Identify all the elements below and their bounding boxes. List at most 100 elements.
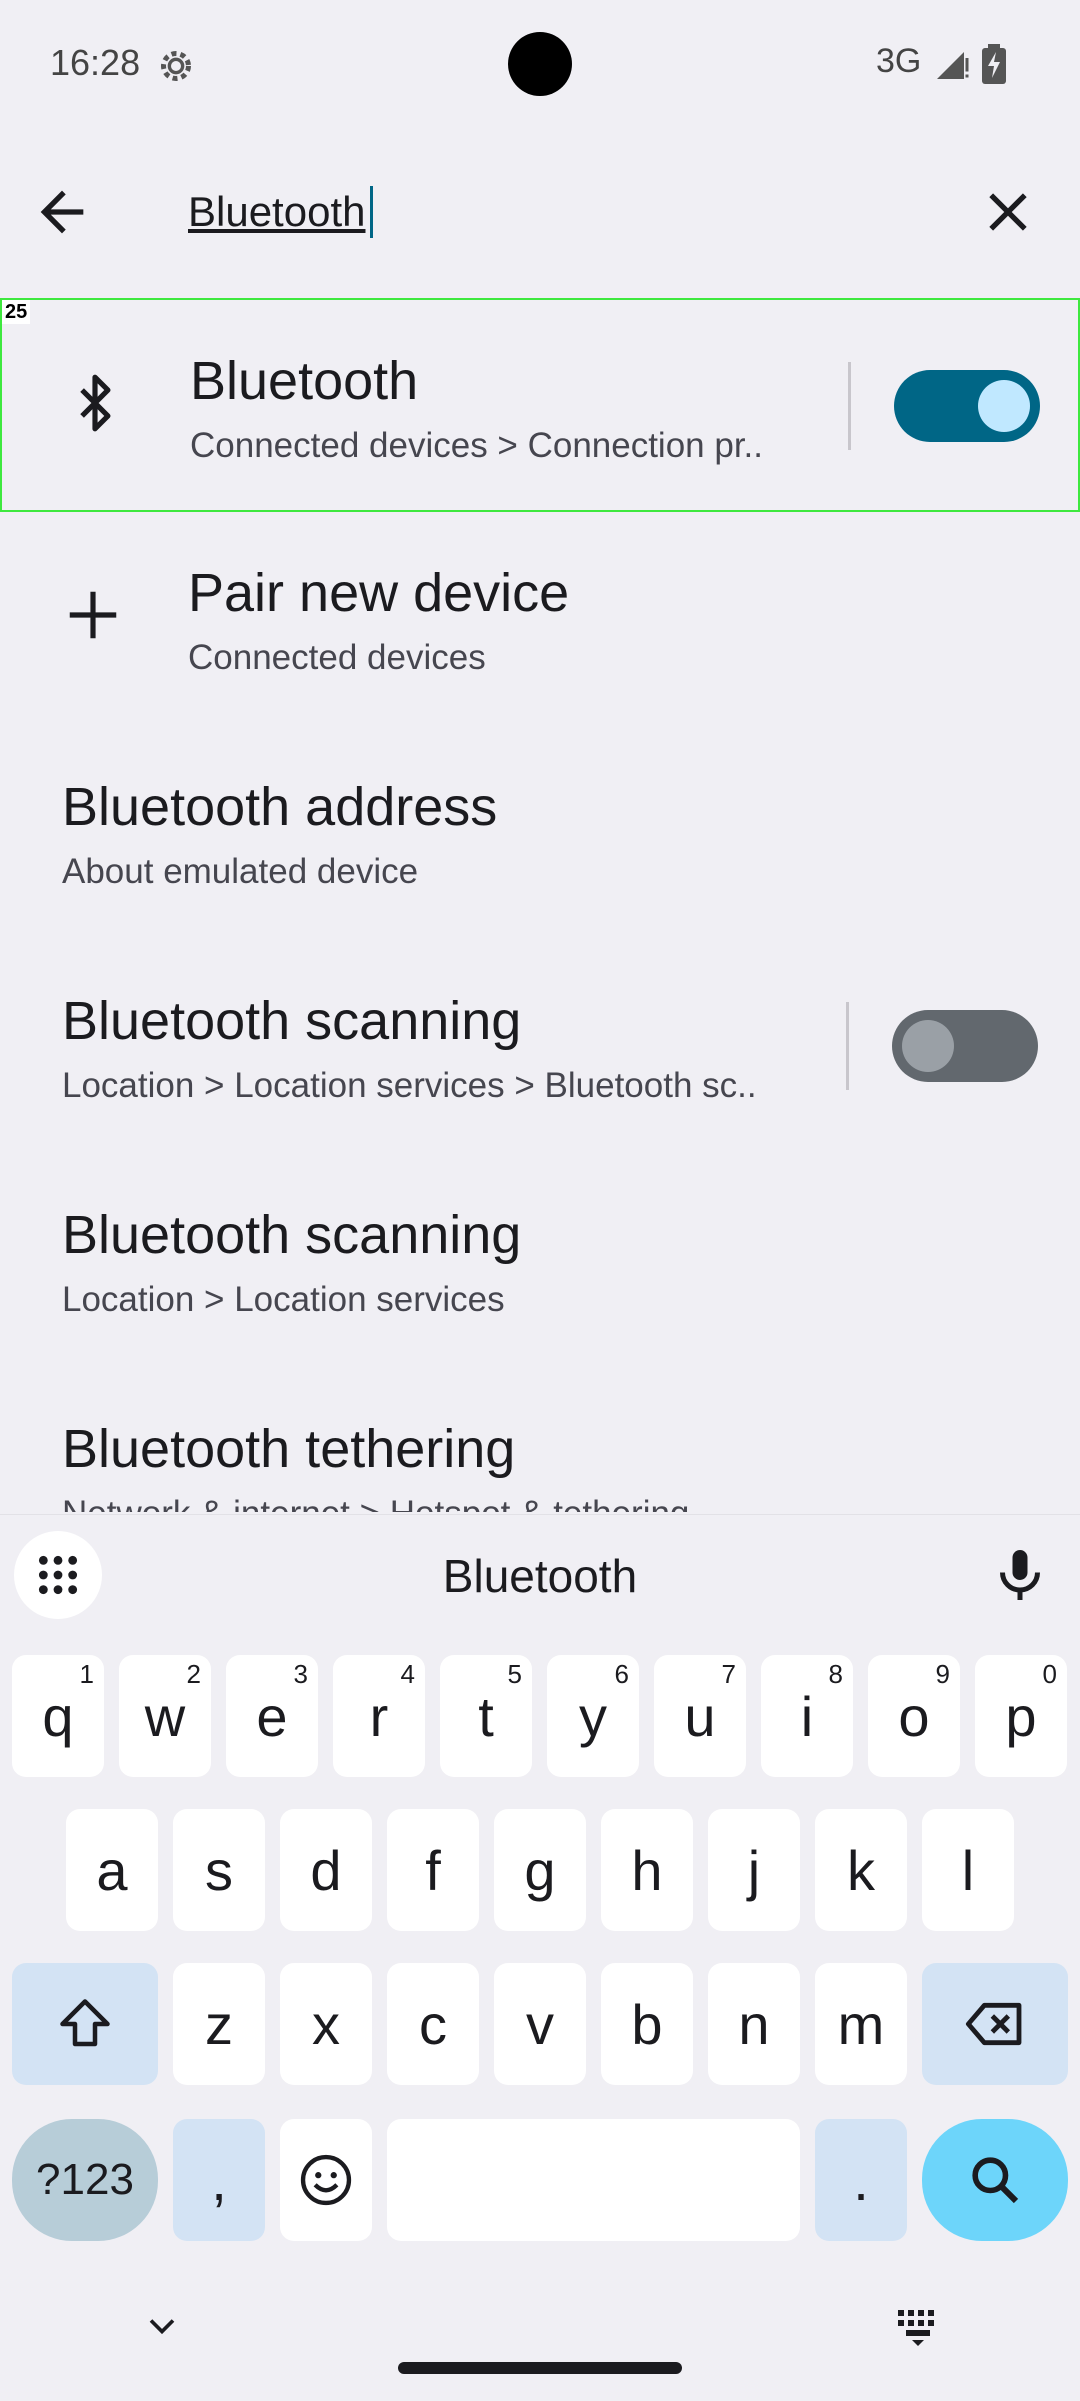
result-title: Bluetooth — [190, 351, 419, 411]
key-hint: 4 — [400, 1659, 415, 1689]
key-j[interactable]: j — [708, 1809, 800, 1931]
backspace-key[interactable] — [922, 1963, 1068, 2085]
shift-icon — [60, 1999, 110, 2047]
key-label: b — [631, 1992, 663, 2056]
home-indicator[interactable] — [398, 2362, 682, 2374]
key-label: n — [738, 1992, 770, 2056]
camera-cutout — [508, 32, 572, 96]
key-p[interactable]: p0 — [975, 1655, 1067, 1777]
result-subtitle: About emulated device — [62, 852, 419, 891]
key-u[interactable]: u7 — [654, 1655, 746, 1777]
result-bluetooth-tethering[interactable]: Bluetooth tethering Network & internet >… — [0, 1368, 1080, 1512]
key-x[interactable]: x — [280, 1963, 372, 2085]
key-label: p — [1005, 1684, 1037, 1748]
key-v[interactable]: v — [494, 1963, 586, 2085]
emoji-key[interactable] — [280, 2119, 372, 2241]
chevron-down-icon[interactable] — [140, 2304, 184, 2348]
result-bluetooth-scanning-toggle[interactable]: Bluetooth scanning Location > Location s… — [0, 940, 1080, 1154]
key-hint: 9 — [935, 1659, 950, 1689]
key-g[interactable]: g — [494, 1809, 586, 1931]
key-label: d — [310, 1838, 342, 1902]
emoji-icon — [300, 2154, 352, 2206]
key-hint: 2 — [186, 1659, 201, 1689]
key-hint: 0 — [1042, 1659, 1057, 1689]
key-i[interactable]: i8 — [761, 1655, 853, 1777]
key-s[interactable]: s — [173, 1809, 265, 1931]
key-r[interactable]: r4 — [333, 1655, 425, 1777]
result-subtitle: Connected devices > Connection pr.. — [190, 426, 764, 465]
bluetooth-icon — [80, 374, 111, 432]
highlight-label: 25 — [2, 300, 31, 324]
key-n[interactable]: n — [708, 1963, 800, 2085]
key-o[interactable]: o9 — [868, 1655, 960, 1777]
key-label: r — [369, 1684, 389, 1748]
result-subtitle: Network & internet > Hotspot & tethering — [62, 1494, 962, 1512]
key-h[interactable]: h — [601, 1809, 693, 1931]
key-label: t — [478, 1684, 494, 1748]
plus-icon — [69, 591, 117, 639]
search-input[interactable] — [188, 180, 968, 244]
key-label: ?123 — [36, 2155, 134, 2204]
key-label: k — [847, 1838, 875, 1902]
comma-key[interactable]: , — [173, 2119, 265, 2241]
key-label: v — [526, 1992, 554, 2056]
result-title: Bluetooth scanning — [62, 991, 522, 1051]
key-c[interactable]: c — [387, 1963, 479, 2085]
key-hint: 3 — [293, 1659, 308, 1689]
key-b[interactable]: b — [601, 1963, 693, 2085]
search-key[interactable] — [922, 2119, 1068, 2241]
bluetooth-scanning-toggle[interactable] — [892, 1010, 1038, 1082]
key-q[interactable]: q1 — [12, 1655, 104, 1777]
key-k[interactable]: k — [815, 1809, 907, 1931]
key-z[interactable]: z — [173, 1963, 265, 2085]
key-label: c — [419, 1992, 447, 2056]
key-d[interactable]: d — [280, 1809, 372, 1931]
key-label: i — [800, 1684, 814, 1748]
search-bar — [0, 150, 1080, 270]
settings-gear-icon — [161, 51, 191, 81]
backspace-icon — [965, 2002, 1022, 2046]
key-w[interactable]: w2 — [119, 1655, 211, 1777]
back-arrow-icon[interactable] — [30, 180, 94, 244]
key-hint: 8 — [828, 1659, 843, 1689]
key-label: . — [853, 2148, 869, 2212]
bluetooth-toggle[interactable] — [894, 370, 1040, 442]
key-t[interactable]: t5 — [440, 1655, 532, 1777]
key-y[interactable]: y6 — [547, 1655, 639, 1777]
keyboard-switch-icon[interactable] — [894, 2304, 942, 2348]
keyboard: Bluetooth q1 w2 e3 r4 t5 y6 u7 i8 o9 p0 … — [0, 1514, 1080, 2401]
result-bluetooth-scanning[interactable]: Bluetooth scanning Location > Location s… — [0, 1154, 1080, 1368]
key-label: a — [96, 1838, 128, 1902]
result-subtitle: Location > Location services — [62, 1280, 505, 1319]
toggle-knob — [902, 1020, 954, 1072]
clear-search-icon[interactable] — [976, 180, 1040, 244]
key-f[interactable]: f — [387, 1809, 479, 1931]
result-title: Bluetooth address — [62, 777, 498, 837]
key-l[interactable]: l — [922, 1809, 1014, 1931]
microphone-icon[interactable] — [990, 1545, 1050, 1605]
suggestion-bar: Bluetooth — [0, 1515, 1080, 1631]
key-m[interactable]: m — [815, 1963, 907, 2085]
text-cursor — [370, 186, 373, 238]
key-e[interactable]: e3 — [226, 1655, 318, 1777]
key-label: s — [205, 1838, 233, 1902]
shift-key[interactable] — [12, 1963, 158, 2085]
key-label: f — [425, 1838, 441, 1902]
keyboard-apps-button[interactable] — [14, 1531, 102, 1619]
suggestion-word[interactable]: Bluetooth — [340, 1549, 740, 1603]
period-key[interactable]: . — [815, 2119, 907, 2241]
key-label: m — [837, 1992, 885, 2056]
result-bluetooth-address[interactable]: Bluetooth address About emulated device — [0, 726, 1080, 940]
signal-icon — [937, 52, 969, 79]
key-label: j — [747, 1838, 761, 1902]
result-pair-new-device[interactable]: Pair new device Connected devices — [0, 512, 1080, 726]
key-label: h — [631, 1838, 663, 1902]
key-label: o — [898, 1684, 930, 1748]
key-label: w — [144, 1684, 186, 1748]
battery-charging-icon — [982, 44, 1006, 84]
symbols-key[interactable]: ?123 — [12, 2119, 158, 2241]
grid-icon — [38, 1555, 78, 1595]
space-key[interactable] — [387, 2119, 800, 2241]
result-bluetooth[interactable]: 25 Bluetooth Connected devices > Connect… — [0, 298, 1080, 512]
key-a[interactable]: a — [66, 1809, 158, 1931]
